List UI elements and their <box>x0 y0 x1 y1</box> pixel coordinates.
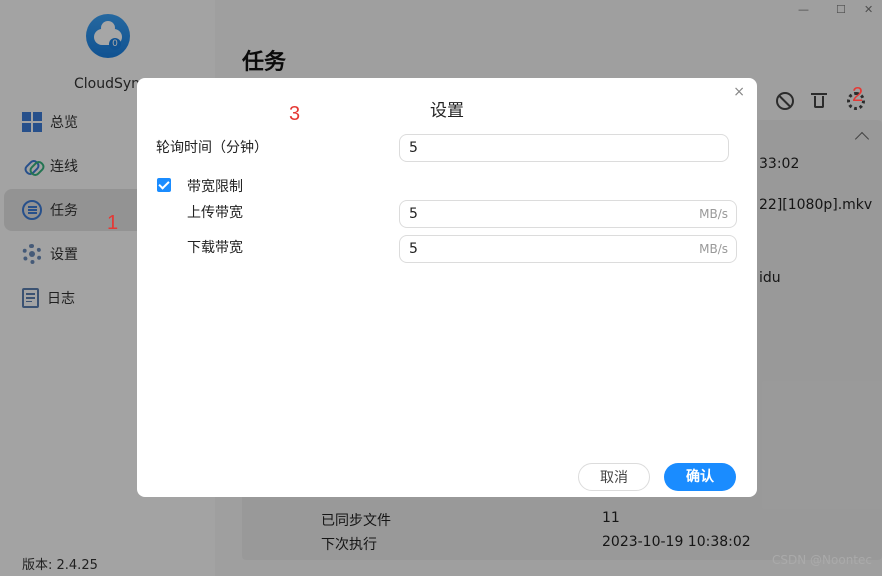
download-bandwidth-label: 下载带宽 <box>187 240 243 256</box>
download-unit: MB/s <box>699 242 728 256</box>
cancel-button[interactable]: 取消 <box>578 463 650 491</box>
download-bandwidth-value: 5 <box>409 241 418 257</box>
dialog-title: 设置 <box>430 101 464 121</box>
download-bandwidth-input[interactable]: 5 MB/s <box>399 235 737 263</box>
watermark: CSDN @Noontec <box>772 553 872 567</box>
upload-bandwidth-value: 5 <box>409 206 418 222</box>
annotation-2: 2 <box>852 84 864 106</box>
bandwidth-limit-checkbox[interactable] <box>157 178 171 192</box>
upload-bandwidth-label: 上传带宽 <box>187 205 243 221</box>
upload-bandwidth-input[interactable]: 5 MB/s <box>399 200 737 228</box>
confirm-button[interactable]: 确认 <box>664 463 736 491</box>
upload-unit: MB/s <box>699 207 728 221</box>
poll-interval-label: 轮询时间（分钟） <box>156 140 268 156</box>
poll-interval-input[interactable]: 5 <box>399 134 729 162</box>
poll-interval-value: 5 <box>409 140 418 156</box>
annotation-3: 3 <box>289 103 301 125</box>
annotation-1: 1 <box>107 212 119 234</box>
settings-dialog: × 设置 3 轮询时间（分钟） 5 带宽限制 上传带宽 5 MB/s 下载带宽 … <box>137 78 757 497</box>
bandwidth-limit-label: 带宽限制 <box>187 179 243 195</box>
